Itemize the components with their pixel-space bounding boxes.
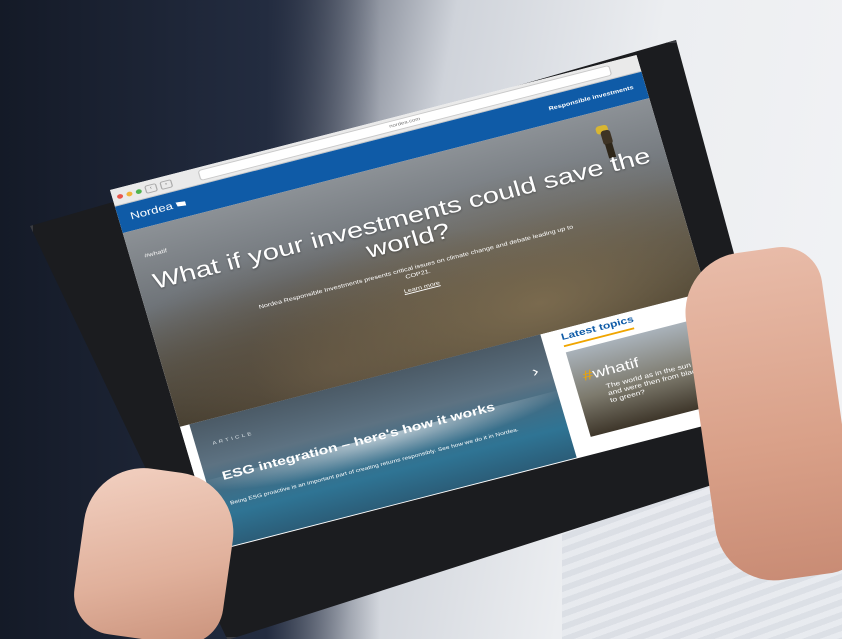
close-window-dot[interactable] bbox=[116, 193, 124, 199]
minimize-window-dot[interactable] bbox=[125, 190, 133, 197]
article-label: ARTICLE bbox=[211, 430, 255, 447]
photo-scene: ‹ › nordea.com Nordea Responsible invest… bbox=[0, 0, 842, 639]
back-button[interactable]: ‹ bbox=[143, 182, 158, 194]
chevron-right-icon[interactable]: › bbox=[530, 364, 541, 381]
logo-mark-icon bbox=[175, 200, 186, 208]
hero-hashtag: #whatif bbox=[144, 248, 168, 260]
maximize-window-dot[interactable] bbox=[135, 188, 143, 195]
logo-text: Nordea bbox=[128, 200, 175, 223]
forward-button[interactable]: › bbox=[159, 178, 174, 190]
